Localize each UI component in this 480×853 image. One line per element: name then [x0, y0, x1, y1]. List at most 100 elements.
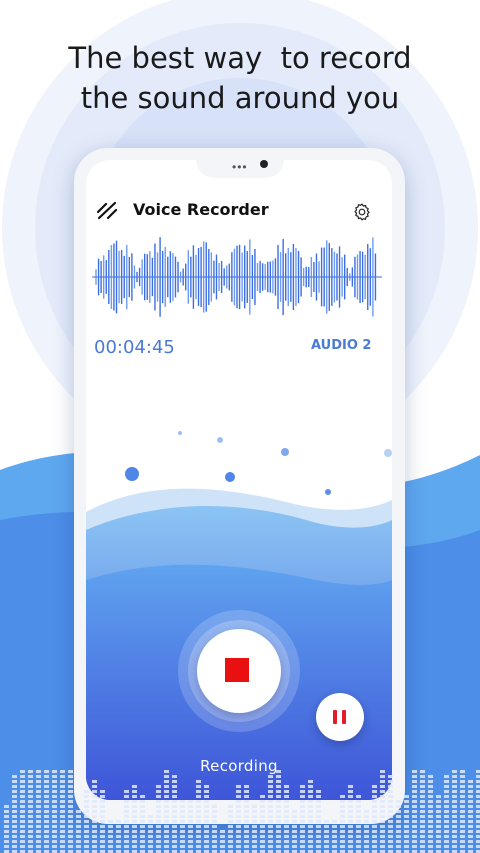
equalizer-dot	[268, 835, 273, 838]
equalizer-dot	[228, 810, 233, 813]
recording-timer: 00:04:45	[94, 337, 175, 358]
equalizer-dot	[340, 820, 345, 823]
speaker-dots: •••	[232, 160, 248, 174]
equalizer-dot	[348, 805, 353, 808]
equalizer-dot	[316, 840, 321, 843]
equalizer-dot	[340, 815, 345, 818]
equalizer-dot	[148, 845, 153, 848]
equalizer-dot	[428, 780, 433, 783]
pause-button[interactable]	[316, 693, 364, 741]
equalizer-dot	[316, 790, 321, 793]
equalizer-dot	[124, 835, 129, 838]
equalizer-dot	[372, 810, 377, 813]
equalizer-dot	[84, 845, 89, 848]
equalizer-dot	[100, 825, 105, 828]
equalizer-dot	[196, 805, 201, 808]
equalizer-dot	[412, 780, 417, 783]
equalizer-dot	[268, 820, 273, 823]
equalizer-dot	[268, 785, 273, 788]
equalizer-dot	[140, 820, 145, 823]
equalizer-dot	[412, 795, 417, 798]
equalizer-dot	[172, 800, 177, 803]
equalizer-dot	[100, 800, 105, 803]
menu-slash-icon[interactable]	[96, 200, 118, 220]
equalizer-dot	[428, 845, 433, 848]
equalizer-dot	[164, 770, 169, 773]
equalizer-dot	[260, 830, 265, 833]
equalizer-dot	[252, 810, 257, 813]
equalizer-dot	[20, 815, 25, 818]
gear-icon[interactable]	[352, 202, 372, 222]
equalizer-dot	[356, 815, 361, 818]
equalizer-dot	[436, 820, 441, 823]
equalizer-dot	[332, 830, 337, 833]
equalizer-dot	[348, 800, 353, 803]
equalizer-dot	[292, 815, 297, 818]
equalizer-dot	[132, 785, 137, 788]
equalizer-dot	[372, 815, 377, 818]
stop-record-button[interactable]	[197, 629, 281, 713]
equalizer-dot	[188, 805, 193, 808]
equalizer-dot	[28, 830, 33, 833]
equalizer-dot	[212, 835, 217, 838]
equalizer-dot	[420, 805, 425, 808]
equalizer-dot	[284, 790, 289, 793]
equalizer-dot	[60, 830, 65, 833]
equalizer-dot	[428, 795, 433, 798]
equalizer-dot	[36, 775, 41, 778]
equalizer-dot	[100, 845, 105, 848]
equalizer-dot	[28, 780, 33, 783]
audio-waveform	[92, 237, 382, 317]
equalizer-dot	[468, 825, 473, 828]
equalizer-dot	[156, 845, 161, 848]
equalizer-dot	[404, 800, 409, 803]
equalizer-dot	[68, 830, 73, 833]
equalizer-dot	[308, 805, 313, 808]
equalizer-dot	[76, 810, 81, 813]
equalizer-dot	[76, 825, 81, 828]
equalizer-dot	[164, 800, 169, 803]
equalizer-dot	[148, 825, 153, 828]
equalizer-dot	[20, 795, 25, 798]
equalizer-dot	[188, 815, 193, 818]
equalizer-dot	[476, 845, 480, 848]
equalizer-dot	[420, 835, 425, 838]
equalizer-dot	[92, 785, 97, 788]
equalizer-dot	[276, 805, 281, 808]
equalizer-dot	[12, 775, 17, 778]
equalizer-dot	[132, 805, 137, 808]
equalizer-dot	[268, 775, 273, 778]
equalizer-dot	[12, 840, 17, 843]
equalizer-dot	[284, 815, 289, 818]
equalizer-dot	[452, 770, 457, 773]
equalizer-dot	[372, 825, 377, 828]
equalizer-dot	[260, 840, 265, 843]
equalizer-dot	[228, 835, 233, 838]
equalizer-dot	[308, 825, 313, 828]
equalizer-dot	[60, 840, 65, 843]
equalizer-dot	[436, 840, 441, 843]
audio-file-name[interactable]: AUDIO 2	[311, 338, 371, 353]
equalizer-dot	[196, 790, 201, 793]
equalizer-dot	[68, 815, 73, 818]
equalizer-dot	[396, 840, 401, 843]
equalizer-dot	[476, 840, 480, 843]
equalizer-dot	[460, 785, 465, 788]
equalizer-dot	[204, 805, 209, 808]
equalizer-dot	[132, 800, 137, 803]
equalizer-dot	[348, 835, 353, 838]
equalizer-dot	[452, 820, 457, 823]
equalizer-dot	[300, 785, 305, 788]
equalizer-dot	[20, 830, 25, 833]
equalizer-dot	[84, 810, 89, 813]
equalizer-dot	[244, 835, 249, 838]
equalizer-dot	[300, 825, 305, 828]
equalizer-dot	[420, 800, 425, 803]
equalizer-dot	[452, 845, 457, 848]
equalizer-dot	[236, 805, 241, 808]
equalizer-dot	[60, 845, 65, 848]
equalizer-dot	[12, 815, 17, 818]
equalizer-dot	[468, 830, 473, 833]
equalizer-dot	[188, 825, 193, 828]
equalizer-dot	[300, 810, 305, 813]
